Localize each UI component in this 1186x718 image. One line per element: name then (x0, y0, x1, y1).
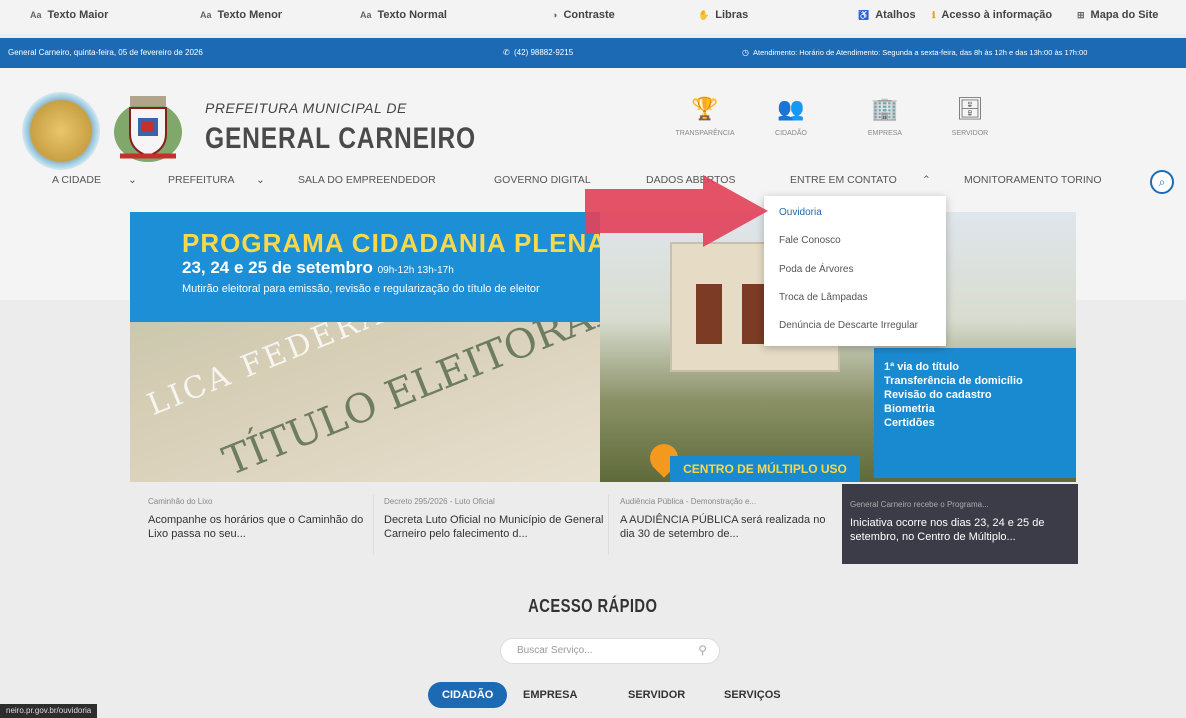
brand-line1: PREFEITURA MUNICIPAL DE (205, 100, 407, 116)
divider (608, 495, 609, 555)
menu-item-troca-lampadas[interactable]: Troca de Lâmpadas (779, 292, 868, 303)
nav-prefeitura[interactable]: PREFEITURA (168, 174, 235, 186)
cidadao-link[interactable]: 👥 CIDADÃO (756, 96, 826, 137)
phone-number[interactable]: (42) 98882-9215 (514, 48, 573, 57)
news-item[interactable]: Caminhão do Lixo Acompanhe os horários q… (148, 495, 368, 541)
nav-cidade[interactable]: A CIDADE (52, 174, 101, 186)
texto-menor-button[interactable]: Aa Texto Menor (200, 9, 282, 21)
search-button[interactable]: ⌕ (1150, 170, 1174, 194)
brand-line2[interactable]: GENERAL CARNEIRO (205, 122, 476, 156)
info-bar: General Carneiro, quinta-feira, 05 de fe… (0, 38, 1186, 68)
chevron-down-icon: ⌄ (128, 174, 137, 186)
current-date: General Carneiro, quinta-feira, 05 de fe… (8, 48, 203, 57)
tab-empresa[interactable]: EMPRESA (523, 682, 577, 708)
nav-entre-em-contato[interactable]: ENTRE EM CONTATO (790, 174, 897, 186)
font-size-icon: Aa (30, 10, 42, 20)
empresa-link[interactable]: 🏢 EMPRESA (850, 96, 920, 137)
contato-dropdown: Ouvidoria Fale Conosco Poda de Árvores T… (764, 196, 946, 346)
texto-maior-button[interactable]: Aa Texto Maior (30, 9, 108, 21)
sitemap-icon: ⊞ (1077, 9, 1085, 20)
building-icon: 🏢 (871, 96, 899, 121)
menu-item-ouvidoria[interactable]: Ouvidoria (779, 207, 822, 218)
status-url: neiro.pr.gov.br/ouvidoria (0, 704, 98, 718)
servidor-link[interactable]: 🗄 SERVIDOR (935, 96, 1005, 137)
menu-item-denuncia-descarte[interactable]: Denúncia de Descarte Irregular (779, 320, 918, 331)
transparencia-link[interactable]: 🏆 TRANSPARÊNCIA (670, 96, 740, 137)
chevron-up-icon: ⌃ (922, 174, 931, 186)
accessibility-bar: Aa Texto Maior Aa Texto Menor Aa Texto Norm… (0, 0, 1186, 34)
clock-icon: ◷ (742, 48, 749, 57)
contraste-button[interactable]: ◑ Contraste (552, 9, 615, 21)
nav-governo-digital[interactable]: GOVERNO DIGITAL (494, 174, 591, 186)
tab-servicos[interactable]: SERVIÇOS (724, 682, 781, 708)
tab-servidor[interactable]: SERVIDOR (628, 682, 685, 708)
info-icon: ℹ (932, 9, 936, 20)
contrast-icon: ◑ (552, 10, 558, 20)
libras-button[interactable]: ✋ Libras (698, 9, 748, 21)
trophy-icon: 🏆 (691, 96, 719, 121)
font-size-icon: Aa (200, 10, 212, 20)
tab-cidadao[interactable]: CIDADÃO (428, 682, 508, 708)
server-icon: 🗄 (956, 96, 984, 121)
banner-place: CENTRO DE MÚLTIPLO USO (670, 456, 860, 482)
menu-item-fale-conosco[interactable]: Fale Conosco (779, 235, 841, 246)
accessibility-icon: ♿ (858, 9, 870, 20)
hand-icon: ✋ (698, 9, 710, 20)
banner-date: 23, 24 e 25 de setembro 09h-12h 13h-17h (182, 258, 454, 277)
acesso-informacao-button[interactable]: ℹ Acesso à informação (932, 9, 1052, 21)
texto-normal-button[interactable]: Aa Texto Normal (360, 9, 447, 21)
news-item-featured[interactable]: General Carneiro recebe o Programa... In… (842, 484, 1078, 564)
news-item[interactable]: Decreto 295/2026 - Luto Oficial Decreta … (384, 495, 604, 541)
people-icon: 👥 (777, 96, 805, 121)
seal-logo[interactable] (22, 92, 100, 170)
quick-access-title: ACESSO RÁPIDO (528, 596, 658, 616)
divider (373, 495, 374, 555)
font-size-icon: Aa (360, 10, 372, 20)
service-search-input[interactable]: Buscar Serviço... ⚲ (500, 638, 720, 664)
news-item[interactable]: Audiência Pública - Demonstração e... A … (620, 495, 840, 541)
nav-sala-empreendedor[interactable]: SALA DO EMPREENDEDOR (298, 174, 436, 186)
chevron-down-icon: ⌄ (256, 174, 265, 186)
search-icon: ⌕ (1158, 175, 1166, 189)
search-icon: ⚲ (698, 643, 707, 657)
mapa-site-button[interactable]: ⊞ Mapa do Site (1077, 9, 1158, 21)
banner-subtitle: Mutirão eleitoral para emissão, revisão … (182, 283, 540, 295)
coat-of-arms-logo[interactable] (108, 88, 188, 168)
menu-item-poda-arvores[interactable]: Poda de Árvores (779, 264, 854, 275)
banner-services-list: 1ª via do título Transferência de domicí… (874, 348, 1076, 478)
nav-monitoramento[interactable]: MONITORAMENTO TORINO (964, 174, 1101, 186)
red-arrow-annotation (585, 175, 768, 247)
opening-hours: Atendimento: Horário de Atendimento: Seg… (753, 48, 1088, 57)
banner-title: PROGRAMA CIDADANIA PLENA (182, 228, 608, 258)
atalhos-button[interactable]: ♿ Atalhos (858, 9, 916, 21)
phone-icon: ✆ (503, 48, 510, 57)
